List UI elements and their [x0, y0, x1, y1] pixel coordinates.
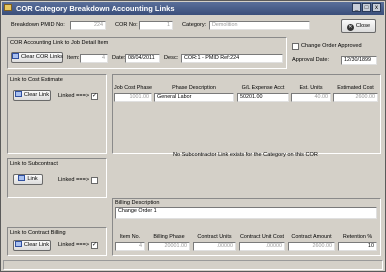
- billing-description-field[interactable]: Change Order 1: [115, 207, 377, 219]
- clear-links-icon: [12, 53, 19, 59]
- change-order-approved-label: Change Order Approved: [301, 43, 362, 49]
- job-detail-group-label: COR Accounting Link to Job Detail Item: [10, 40, 109, 46]
- approval-date-field[interactable]: 12/30/1899: [341, 56, 377, 65]
- cost-estimate-link-panel: [7, 74, 107, 154]
- cor-label: COR No:: [115, 22, 138, 28]
- maximize-button[interactable]: □: [362, 3, 371, 12]
- col-contract-amount: Contract Amount: [291, 234, 332, 240]
- subcontract-linked-label: Linked ===>: [58, 177, 90, 183]
- status-bar: [3, 260, 383, 270]
- clear-link-icon: [14, 91, 22, 97]
- clear-cor-links-button[interactable]: Clear COR Links: [11, 52, 63, 63]
- col-est-units: Est. Units: [299, 85, 323, 91]
- subcontract-group-label: Link to Subcontract: [10, 161, 58, 167]
- close-button[interactable]: ✕ Close: [341, 19, 376, 33]
- contract-billing-group-label: Link to Contract Billing: [10, 230, 66, 236]
- est-units-field[interactable]: 40.00: [291, 93, 331, 102]
- cost-estimate-group-label: Link to Cost Estimate: [10, 77, 63, 83]
- link-icon: [18, 175, 26, 181]
- contract-units-field[interactable]: .00000: [193, 242, 236, 251]
- billing-item-no-field[interactable]: 4: [115, 242, 145, 251]
- pmid-field[interactable]: 224: [70, 21, 106, 30]
- col-gl-expense-acct: G/L Expense Acct: [241, 85, 285, 91]
- approval-date-label: Approval Date:: [292, 57, 330, 63]
- pmid-label: Breakdown PMID No:: [11, 22, 65, 28]
- window-title: COR Category Breakdown Accounting Links: [16, 4, 175, 13]
- clear-link-icon: [14, 241, 22, 247]
- subcontract-link-button[interactable]: Link: [13, 174, 43, 185]
- close-window-button[interactable]: x: [372, 3, 381, 12]
- category-field[interactable]: Demolition: [209, 21, 310, 30]
- item-field[interactable]: 4: [80, 54, 108, 63]
- billing-linked-label: Linked ===>: [58, 242, 90, 248]
- billing-phase-field[interactable]: 20001.00: [148, 242, 190, 251]
- col-billing-phase: Billing Phase: [153, 234, 185, 240]
- col-estimated-cost: Estimated Cost: [337, 85, 374, 91]
- estimated-cost-field[interactable]: 2600.00: [333, 93, 378, 102]
- clear-cor-links-label: Clear COR Links: [21, 54, 63, 60]
- clear-cost-link-button[interactable]: Clear Link: [13, 90, 51, 101]
- desc-field[interactable]: COR:1 - PMID Ref:224: [181, 54, 283, 63]
- subcontract-link-label: Link: [27, 176, 38, 182]
- clear-billing-link-label: Clear Link: [23, 242, 50, 248]
- no-subcontractor-message: No Subcontractor Link exists for the Cat…: [173, 152, 318, 158]
- dialog-window: COR Category Breakdown Accounting Links …: [0, 0, 386, 272]
- col-contract-unit-cost: Contract Unit Cost: [239, 234, 285, 240]
- category-label: Category:: [182, 22, 207, 28]
- desc-label: Desc:: [164, 55, 179, 61]
- cost-phase-field[interactable]: 1001.00: [114, 93, 152, 102]
- subcontract-linked-checkbox[interactable]: [91, 177, 98, 184]
- date-field[interactable]: 08/04/2011: [125, 54, 160, 63]
- col-phase-description: Phase Description: [172, 85, 216, 91]
- gl-expense-acct-field[interactable]: 50201.00: [237, 93, 289, 102]
- contract-unit-cost-field[interactable]: .00000: [239, 242, 285, 251]
- col-retention: Retention %: [342, 234, 373, 240]
- title-bar: COR Category Breakdown Accounting Links: [2, 2, 384, 15]
- clear-cost-link-label: Clear Link: [23, 92, 50, 98]
- item-label: Item:: [67, 55, 80, 61]
- cost-linked-label: Linked ===>: [58, 93, 90, 99]
- retention-field[interactable]: 10: [338, 242, 377, 251]
- col-job-cost-phase: Job Cost Phase: [114, 85, 153, 91]
- cor-field[interactable]: 1: [139, 21, 173, 30]
- phase-description-field[interactable]: General Labor: [154, 93, 234, 102]
- close-icon: ✕: [346, 24, 354, 31]
- date-label: Date:: [112, 55, 126, 61]
- billing-linked-checkbox[interactable]: ✓: [91, 242, 98, 249]
- billing-description-label: Billing Description: [115, 200, 160, 206]
- cost-linked-checkbox[interactable]: ✓: [91, 93, 98, 100]
- minimize-button[interactable]: _: [352, 3, 361, 12]
- col-contract-units: Contract Units: [197, 234, 232, 240]
- clear-billing-link-button[interactable]: Clear Link: [13, 240, 51, 251]
- col-item-no: Item No.: [119, 234, 141, 240]
- contract-amount-field[interactable]: 2600.00: [288, 242, 335, 251]
- change-order-approved-checkbox[interactable]: [292, 43, 299, 50]
- close-button-label: Close: [355, 23, 371, 29]
- folder-icon: [4, 4, 12, 11]
